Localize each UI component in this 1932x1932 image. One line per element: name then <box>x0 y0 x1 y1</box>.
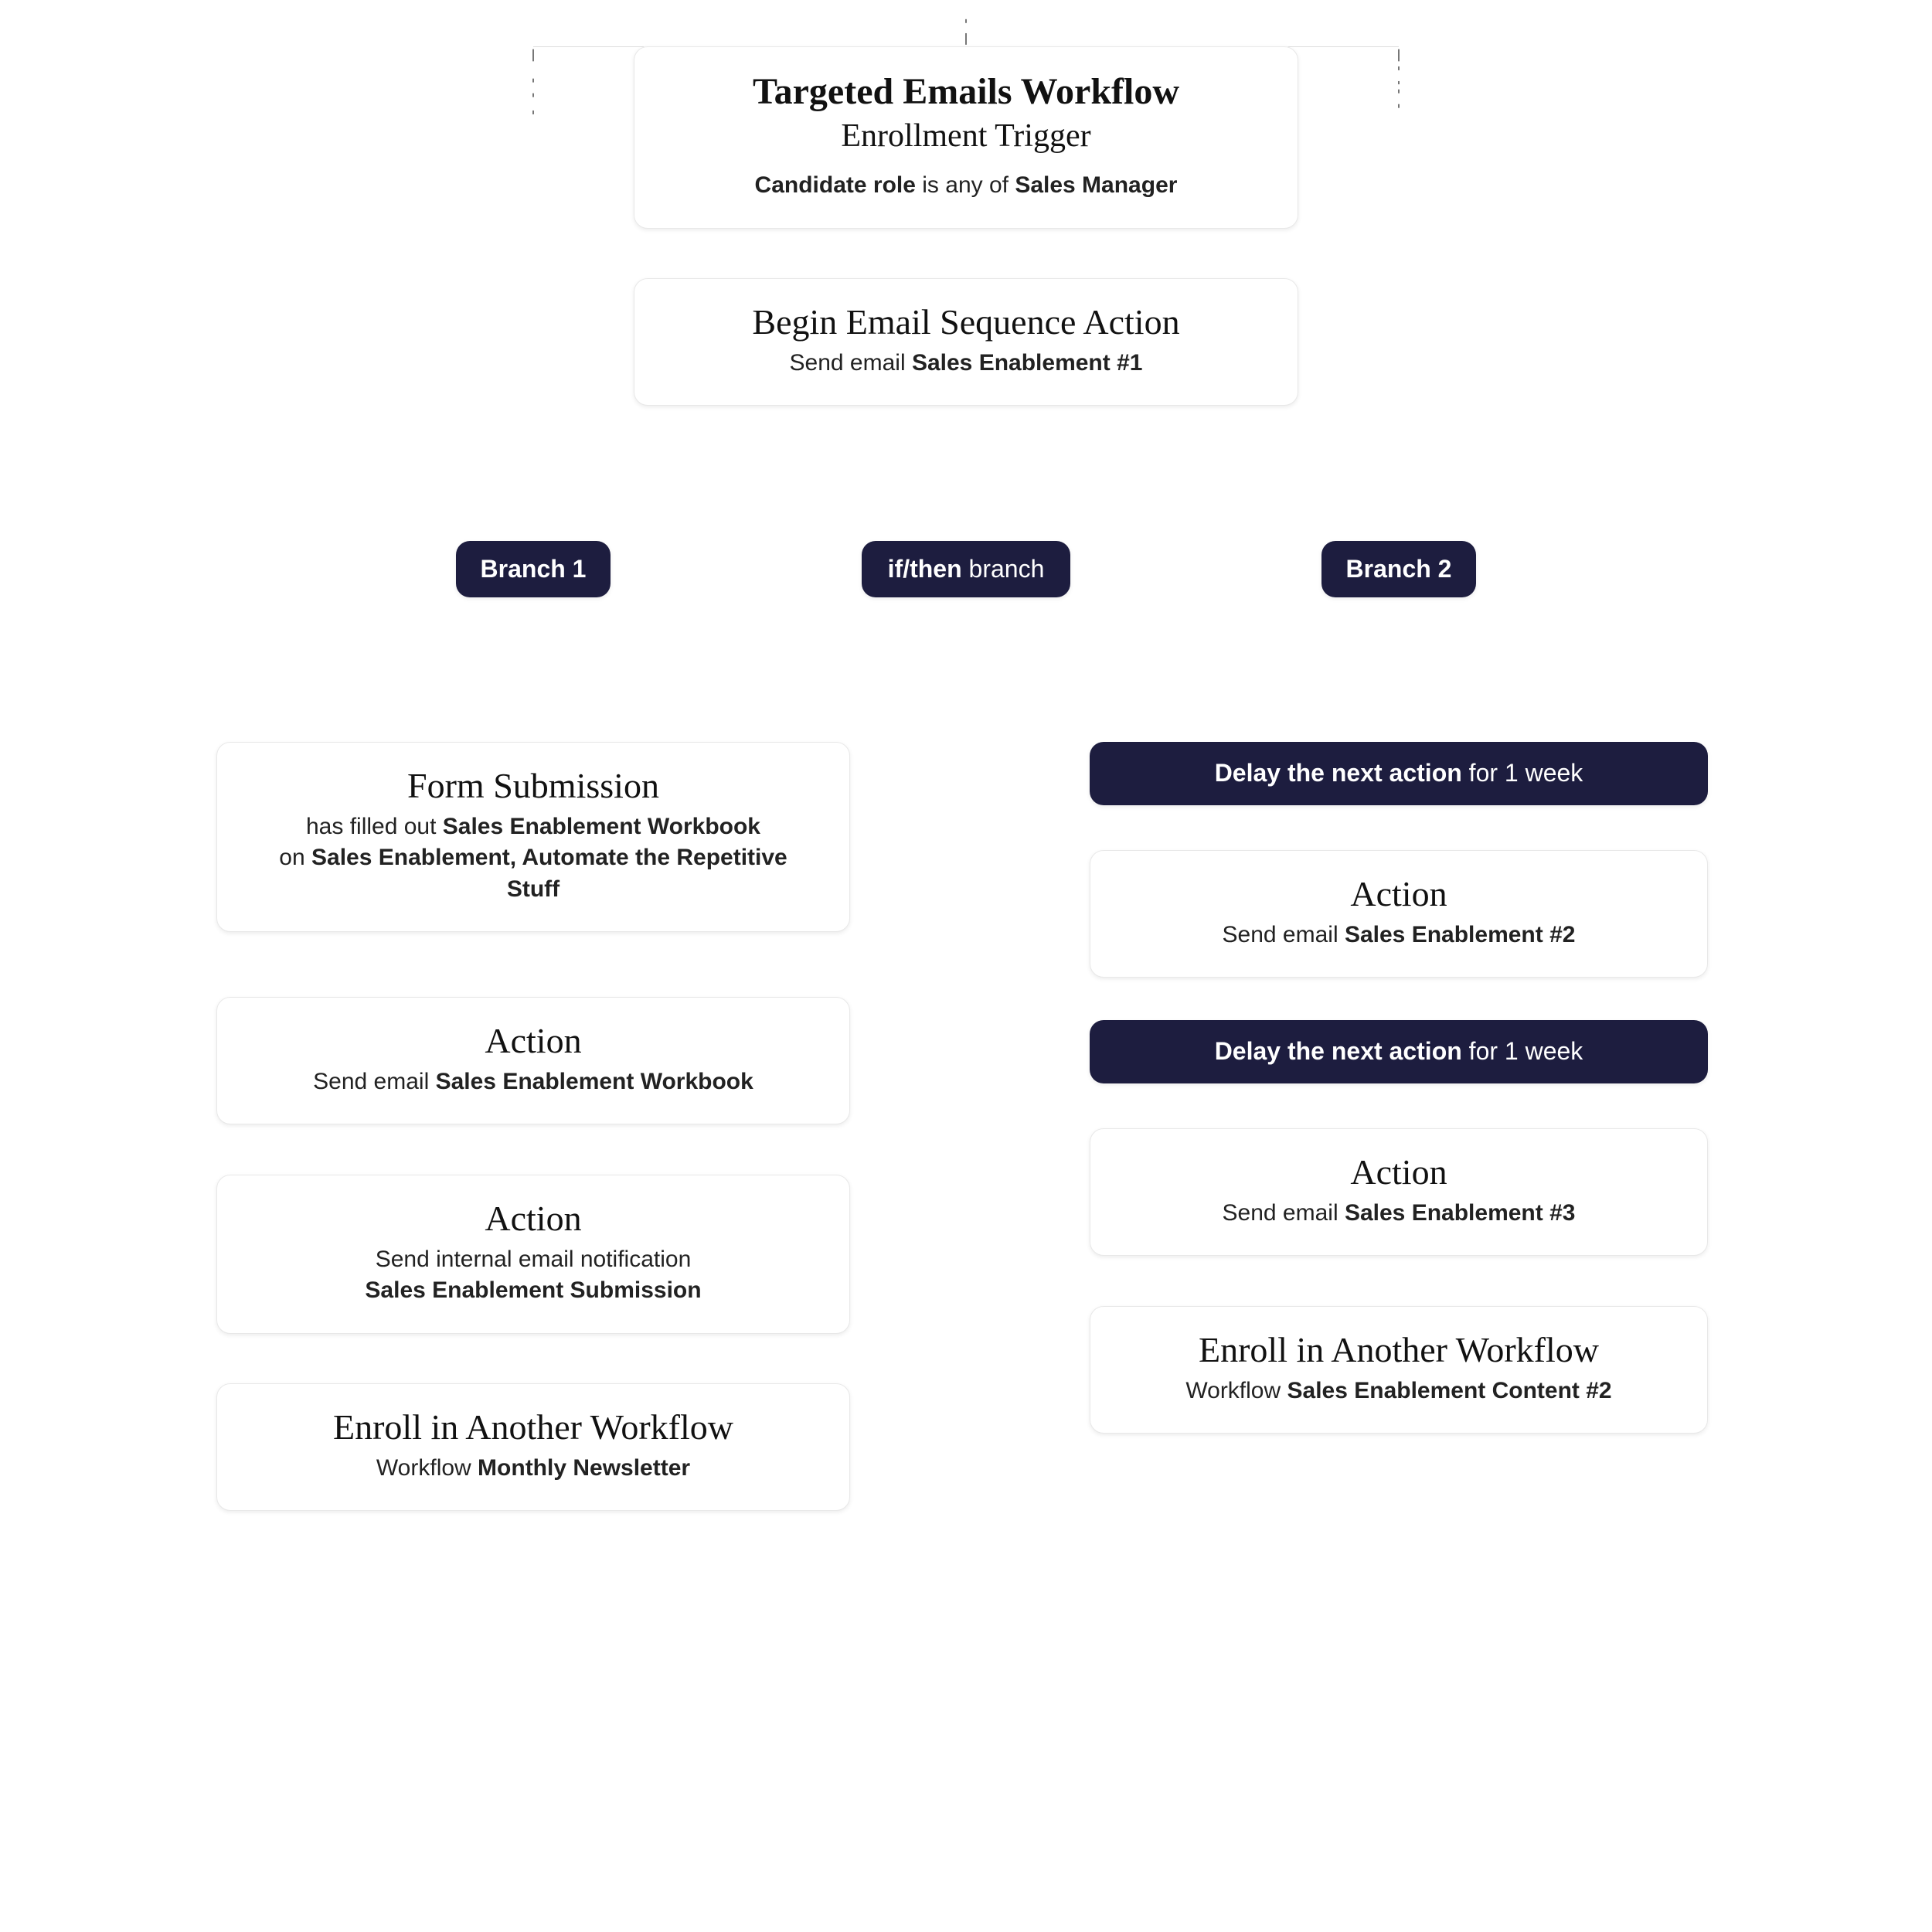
begin-action-detail: Send email Sales Enablement #1 <box>667 348 1265 379</box>
trigger-detail-value: Sales Manager <box>1015 172 1177 198</box>
branch2-action2-detail: Send email Sales Enablement #3 <box>1123 1198 1675 1230</box>
branch1-action1-title: Action <box>250 1021 817 1062</box>
branch1-enroll-card: Enroll in Another Workflow Workflow Mont… <box>216 1383 850 1511</box>
branch2-action2-title: Action <box>1123 1152 1675 1193</box>
ifthen-branch-pill: if/then branch <box>862 541 1070 597</box>
workflow-diagram: Targeted Emails Workflow Enrollment Trig… <box>170 0 1762 155</box>
branch2-enroll-card: Enroll in Another Workflow Workflow Sale… <box>1090 1306 1708 1434</box>
trigger-detail-field: Candidate role <box>755 172 916 198</box>
trigger-card: Targeted Emails Workflow Enrollment Trig… <box>634 46 1298 229</box>
begin-action-title: Begin Email Sequence Action <box>667 302 1265 343</box>
branch1-enroll-detail: Workflow Monthly Newsletter <box>250 1453 817 1485</box>
begin-action-email: Sales Enablement #1 <box>912 350 1142 376</box>
branch-1-pill: Branch 1 <box>456 541 611 597</box>
branch1-form-detail: has filled out Sales Enablement Workbook… <box>250 811 817 906</box>
branch2-enroll-detail: Workflow Sales Enablement Content #2 <box>1123 1376 1675 1407</box>
branch1-action1-detail: Send email Sales Enablement Workbook <box>250 1066 817 1098</box>
branch1-action1-card: Action Send email Sales Enablement Workb… <box>216 997 850 1124</box>
branch2-delay1-pill: Delay the next action for 1 week <box>1090 742 1708 805</box>
trigger-detail: Candidate role is any of Sales Manager <box>667 170 1265 202</box>
branch1-enroll-title: Enroll in Another Workflow <box>250 1407 817 1448</box>
branch2-action1-title: Action <box>1123 874 1675 915</box>
branch2-delay2-pill: Delay the next action for 1 week <box>1090 1020 1708 1083</box>
trigger-subtitle: Enrollment Trigger <box>667 117 1265 155</box>
branch-2-pill: Branch 2 <box>1321 541 1476 597</box>
branch1-form-title: Form Submission <box>250 766 817 807</box>
branch1-action2-detail: Send internal email notificationSales En… <box>250 1244 817 1307</box>
branch2-action1-detail: Send email Sales Enablement #2 <box>1123 920 1675 951</box>
begin-action-card: Begin Email Sequence Action Send email S… <box>634 278 1298 406</box>
branch1-form-card: Form Submission has filled out Sales Ena… <box>216 742 850 932</box>
branch2-action2-card: Action Send email Sales Enablement #3 <box>1090 1128 1708 1256</box>
branch1-action2-card: Action Send internal email notificationS… <box>216 1175 850 1334</box>
branch1-action2-title: Action <box>250 1199 817 1240</box>
branch2-enroll-title: Enroll in Another Workflow <box>1123 1330 1675 1371</box>
branch2-action1-card: Action Send email Sales Enablement #2 <box>1090 850 1708 978</box>
trigger-title: Targeted Emails Workflow <box>667 70 1265 113</box>
